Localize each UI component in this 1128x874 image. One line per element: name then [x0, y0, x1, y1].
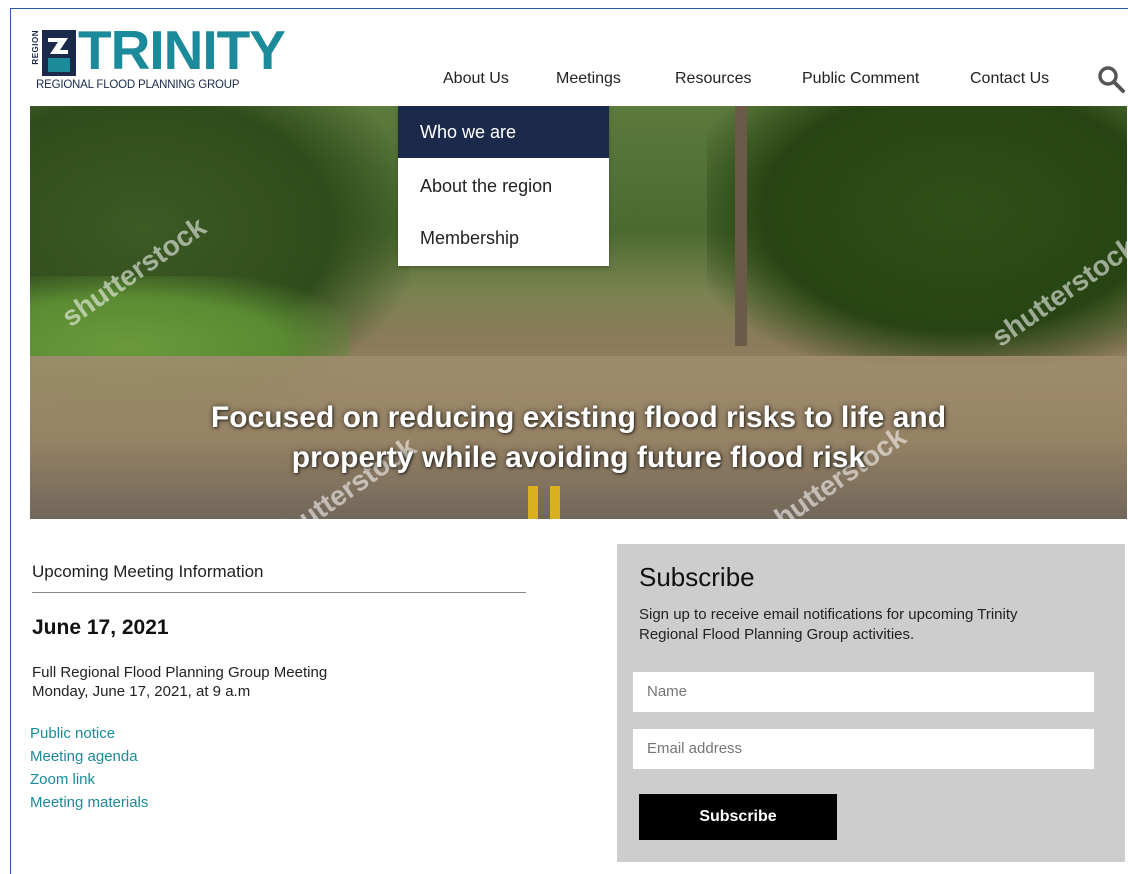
- hero-headline-line2: property while avoiding future flood ris…: [291, 441, 866, 474]
- link-meeting-materials[interactable]: Meeting materials: [30, 791, 148, 814]
- subscribe-title: Subscribe: [639, 562, 755, 592]
- hero-road-line: [520, 486, 570, 519]
- hero-headline-line1: Focused on reducing existing flood risks…: [210, 401, 947, 434]
- nav-about-us[interactable]: About Us: [443, 70, 509, 88]
- logo-region-label: REGION: [31, 30, 40, 65]
- nav-public-comment[interactable]: Public Comment: [802, 70, 919, 88]
- about-us-dropdown: Who we are About the region Membership: [398, 106, 609, 266]
- main-nav: About Us Meetings Resources Public Comme…: [0, 70, 1128, 94]
- dropdown-item-about-the-region[interactable]: About the region: [398, 160, 609, 212]
- link-zoom[interactable]: Zoom link: [30, 768, 148, 791]
- dropdown-item-who-we-are[interactable]: Who we are: [398, 106, 609, 158]
- hero-trees-right: [707, 106, 1127, 366]
- search-icon[interactable]: [1096, 64, 1126, 94]
- page-frame-left: [10, 8, 11, 874]
- email-input[interactable]: [633, 729, 1094, 769]
- meeting-time: Monday, June 17, 2021, at 9 a.m: [32, 683, 251, 700]
- hero-headline: Focused on reducing existing flood risks…: [30, 398, 1127, 478]
- subscribe-button[interactable]: Subscribe: [639, 794, 837, 840]
- link-meeting-agenda[interactable]: Meeting agenda: [30, 745, 148, 768]
- nav-resources[interactable]: Resources: [675, 70, 751, 88]
- meeting-description: Full Regional Flood Planning Group Meeti…: [32, 663, 327, 701]
- hero-utility-pole: [735, 106, 747, 346]
- page-frame-top: [10, 8, 1128, 9]
- nav-meetings[interactable]: Meetings: [556, 70, 621, 88]
- meeting-links: Public notice Meeting agenda Zoom link M…: [30, 722, 148, 814]
- subscribe-panel: Subscribe Sign up to receive email notif…: [617, 544, 1125, 862]
- meeting-section-heading: Upcoming Meeting Information: [32, 562, 264, 581]
- subscribe-description: Sign up to receive email notifications f…: [639, 606, 1018, 643]
- meeting-date: June 17, 2021: [32, 616, 169, 639]
- name-input[interactable]: [633, 672, 1094, 712]
- nav-contact-us[interactable]: Contact Us: [970, 70, 1049, 88]
- meeting-divider: [32, 592, 526, 593]
- meeting-title: Full Regional Flood Planning Group Meeti…: [32, 664, 328, 681]
- dropdown-item-membership[interactable]: Membership: [398, 212, 609, 264]
- link-public-notice[interactable]: Public notice: [30, 722, 148, 745]
